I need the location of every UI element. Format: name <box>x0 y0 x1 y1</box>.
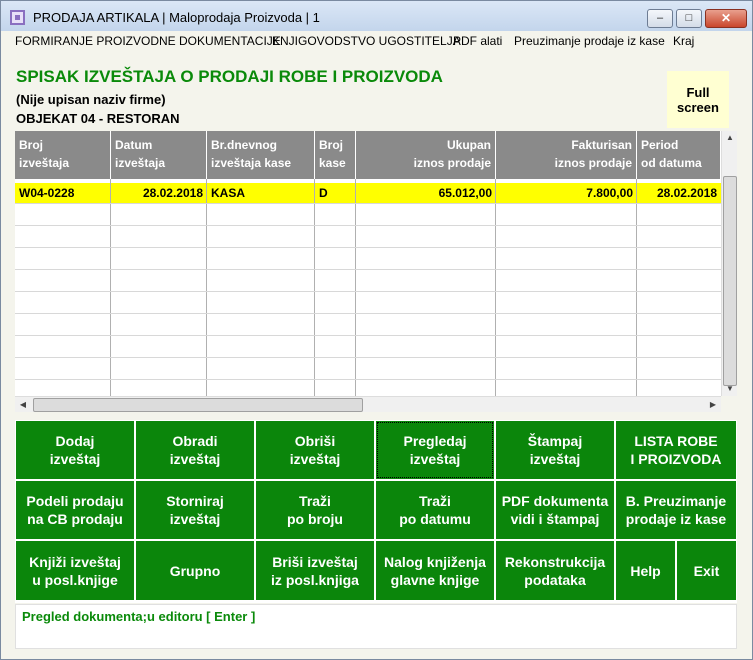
column-header-text: Broj <box>319 138 343 152</box>
rekonstrukcija-button[interactable]: Rekonstrukcija podataka <box>495 540 615 601</box>
column-divider <box>355 179 356 396</box>
status-text: Pregled dokumenta;u editoru [ Enter ] <box>22 609 256 624</box>
maximize-button[interactable]: □ <box>676 9 702 28</box>
scroll-down-icon[interactable]: ▼ <box>722 384 738 393</box>
cell-broj-kase: D <box>319 186 328 200</box>
storniraj-izvestaj-button[interactable]: Storniraj izveštaj <box>135 480 255 540</box>
exit-button[interactable]: Exit <box>676 540 737 601</box>
row-divider <box>15 269 721 270</box>
column-header-text: izveštaja kase <box>211 156 292 170</box>
column-header-datum-izvestaja[interactable]: Datum izveštaja <box>111 131 207 179</box>
column-divider <box>636 179 637 396</box>
menu-bar: FORMIRANJE PROIZVODNE DOKUMENTACIJE KNJI… <box>1 31 752 51</box>
scroll-up-icon[interactable]: ▲ <box>722 133 738 142</box>
row-divider <box>15 379 721 380</box>
menu-kraj[interactable]: Kraj <box>673 34 694 48</box>
menu-knjigovodstvo[interactable]: KNJIGOVODSTVO UGOSTITELJA <box>272 34 461 48</box>
column-header-broj-izvestaja[interactable]: Broj izveštaja <box>15 131 111 179</box>
pdf-dokumenta-button[interactable]: PDF dokumenta vidi i štampaj <box>495 480 615 540</box>
row-divider <box>15 357 721 358</box>
trazi-po-broju-button[interactable]: Traži po broju <box>255 480 375 540</box>
podeli-prodaju-button[interactable]: Podeli prodaju na CB prodaju <box>15 480 135 540</box>
nalog-knjizenja-button[interactable]: Nalog knjiženja glavne knjige <box>375 540 495 601</box>
column-header-text: izveštaja <box>115 156 166 170</box>
column-header-text: Br.dnevnog <box>211 138 278 152</box>
stampaj-izvestaj-button[interactable]: Štampaj izveštaj <box>495 420 615 480</box>
scroll-right-icon[interactable]: ▶ <box>705 400 721 409</box>
minimize-button[interactable]: – <box>647 9 673 28</box>
knjizi-izvestaj-button[interactable]: Knjiži izveštaj u posl.knjige <box>15 540 135 601</box>
full-screen-label-2: screen <box>677 100 719 115</box>
column-header-text: Ukupan <box>446 138 491 152</box>
column-header-ukupan-iznos[interactable]: Ukupan iznos prodaje <box>356 131 496 179</box>
lista-robe-button[interactable]: LISTA ROBE I PROIZVODA <box>615 420 737 480</box>
column-header-broj-kase[interactable]: Broj kase <box>315 131 356 179</box>
grupno-button[interactable]: Grupno <box>135 540 255 601</box>
row-divider <box>15 291 721 292</box>
menu-pdf-alati[interactable]: PDF alati <box>453 34 502 48</box>
column-divider <box>110 179 111 396</box>
horizontal-scrollbar[interactable]: ◀ ▶ <box>15 396 721 412</box>
cell-br-dnevnog: KASA <box>211 186 246 200</box>
obrisi-izvestaj-button[interactable]: Obriši izveštaj <box>255 420 375 480</box>
app-window: PRODAJA ARTIKALA | Maloprodaja Proizvoda… <box>0 0 753 660</box>
column-header-period[interactable]: Period od datuma <box>637 131 721 179</box>
cell-broj-izvestaja: W04-0228 <box>19 186 75 200</box>
brisi-izvestaj-button[interactable]: Briši izveštaj iz posl.knjiga <box>255 540 375 601</box>
column-header-text: iznos prodaje <box>554 156 632 170</box>
button-panel: Dodaj izveštaj Obradi izveštaj Obriši iz… <box>15 420 737 603</box>
window-title: PRODAJA ARTIKALA | Maloprodaja Proizvoda… <box>33 10 320 25</box>
column-header-text: Period <box>641 138 679 152</box>
title-bar[interactable]: PRODAJA ARTIKALA | Maloprodaja Proizvoda… <box>1 1 752 31</box>
column-header-text: kase <box>319 156 346 170</box>
horizontal-scroll-thumb[interactable] <box>33 398 363 412</box>
column-header-text: od datuma <box>641 156 702 170</box>
preuzimanje-prodaje-button[interactable]: B. Preuzimanje prodaje iz kase <box>615 480 737 540</box>
object-label: OBJEKAT 04 - RESTORAN <box>16 111 180 126</box>
dodaj-izvestaj-button[interactable]: Dodaj izveštaj <box>15 420 135 480</box>
row-divider <box>15 203 721 204</box>
scroll-left-icon[interactable]: ◀ <box>15 400 31 409</box>
vertical-scrollbar[interactable]: ▲ ▼ <box>721 131 737 396</box>
row-divider <box>15 313 721 314</box>
column-header-text: izveštaja <box>19 156 70 170</box>
column-header-text: Fakturisan <box>571 138 632 152</box>
column-header-text: iznos prodaje <box>413 156 491 170</box>
full-screen-label-1: Full <box>686 85 710 100</box>
row-divider <box>15 335 721 336</box>
firm-name: (Nije upisan naziv firme) <box>16 92 166 107</box>
menu-formiranje[interactable]: FORMIRANJE PROIZVODNE DOKUMENTACIJE <box>15 34 281 48</box>
page-title: SPISAK IZVEŠTAJA O PRODAJI ROBE I PROIZV… <box>16 67 443 86</box>
vertical-scroll-thumb[interactable] <box>723 176 737 386</box>
cell-fakturisan-iznos: 7.800,00 <box>586 186 633 200</box>
column-divider <box>495 179 496 396</box>
cell-ukupan-iznos: 65.012,00 <box>438 186 492 200</box>
column-divider <box>314 179 315 396</box>
obradi-izvestaj-button[interactable]: Obradi izveštaj <box>135 420 255 480</box>
column-header-text: Datum <box>115 138 153 152</box>
row-divider <box>15 225 721 226</box>
close-button[interactable]: ✕ <box>705 9 747 28</box>
table-row-selected[interactable]: W04-0228 28.02.2018 KASA D 65.012,00 7.8… <box>15 183 721 203</box>
menu-preuzimanje[interactable]: Preuzimanje prodaje iz kase <box>514 34 665 48</box>
column-header-fakturisan-iznos[interactable]: Fakturisan iznos prodaje <box>496 131 637 179</box>
column-divider <box>206 179 207 396</box>
trazi-po-datumu-button[interactable]: Traži po datumu <box>375 480 495 540</box>
cell-datum: 28.02.2018 <box>142 186 203 200</box>
column-header-text: Broj <box>19 138 43 152</box>
status-bar: Pregled dokumenta;u editoru [ Enter ] <box>15 604 737 649</box>
full-screen-button[interactable]: Full screen <box>667 71 729 128</box>
row-divider <box>15 247 721 248</box>
pregledaj-izvestaj-button[interactable]: Pregledaj izveštaj <box>375 420 495 480</box>
cell-period: 28.02.2018 <box>656 186 717 200</box>
reports-table[interactable]: Broj izveštaja Datum izveštaja Br.dnevno… <box>15 131 721 396</box>
help-button[interactable]: Help <box>615 540 676 601</box>
app-icon[interactable] <box>10 10 25 25</box>
column-header-br-dnevnog[interactable]: Br.dnevnog izveštaja kase <box>207 131 315 179</box>
